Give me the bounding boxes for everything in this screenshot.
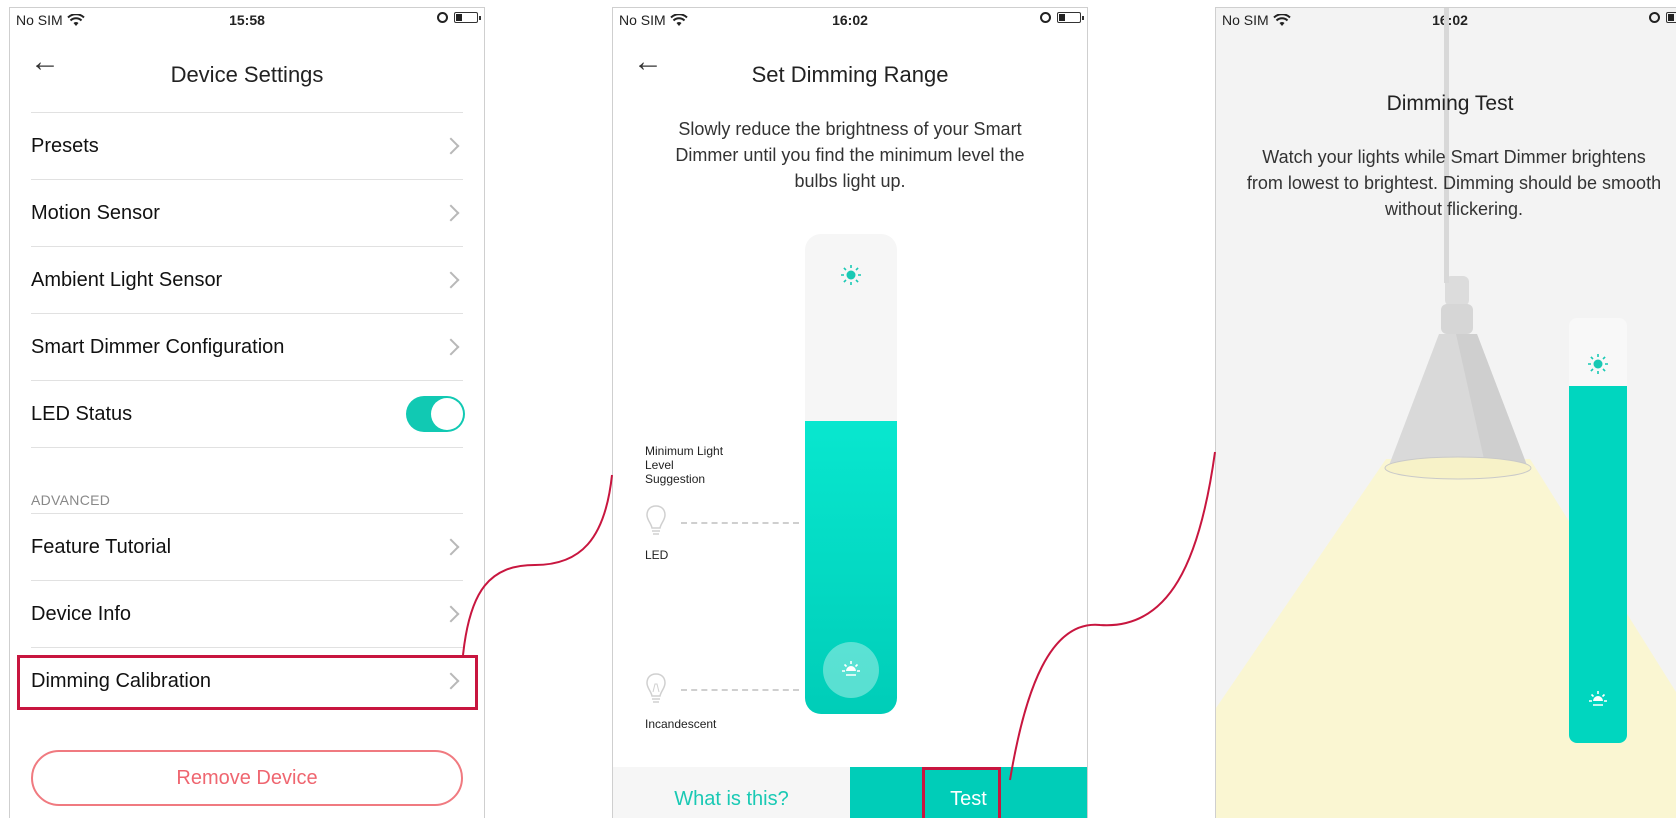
settings-item-smart-dimmer-configuration[interactable]: Smart Dimmer Configuration bbox=[31, 313, 463, 380]
set-dimming-range-screen: No SIM 16:02 ← Set Dimming Range Slowly … bbox=[612, 7, 1088, 818]
led-status-toggle[interactable] bbox=[406, 396, 465, 432]
rotation-lock-icon bbox=[1649, 12, 1660, 23]
instruction-text: Watch your lights while Smart Dimmer bri… bbox=[1246, 147, 1662, 219]
led-bulb-icon bbox=[646, 505, 666, 535]
settings-item-led-status: LED Status bbox=[31, 380, 465, 447]
settings-item-motion-sensor[interactable]: Motion Sensor bbox=[31, 179, 463, 246]
battery-icon bbox=[1057, 12, 1084, 23]
nav-bar: ← Set Dimming Range bbox=[613, 32, 1087, 96]
led-label: LED bbox=[645, 548, 669, 562]
brightness-slider[interactable] bbox=[805, 234, 897, 714]
brightness-fill bbox=[805, 421, 897, 714]
rotation-lock-icon bbox=[1040, 12, 1051, 23]
incandescent-bulb-icon bbox=[646, 673, 666, 703]
nav-bar: ← Device Settings bbox=[10, 32, 484, 96]
page-title: Dimming Test bbox=[1386, 92, 1514, 115]
chevron-right-icon bbox=[442, 338, 460, 356]
remove-device-button[interactable]: Remove Device bbox=[31, 750, 463, 806]
page-title: Set Dimming Range bbox=[751, 62, 949, 87]
chevron-right-icon bbox=[442, 538, 460, 556]
page-title: Device Settings bbox=[170, 62, 324, 87]
screenshot-stage: No SIM 15:58 ← Device Settings Presets M… bbox=[0, 0, 1676, 818]
suggestion-label: Minimum Light Level Suggestion bbox=[645, 444, 724, 486]
bottom-action-bar: What is this? Test bbox=[613, 767, 1087, 818]
chevron-right-icon bbox=[442, 204, 460, 222]
status-bar: No SIM 16:02 bbox=[613, 8, 1087, 32]
section-header-advanced: ADVANCED bbox=[31, 447, 463, 513]
settings-list: Presets Motion Sensor Ambient Light Sens… bbox=[31, 112, 465, 714]
test-button[interactable]: Test bbox=[850, 767, 1087, 818]
settings-item-ambient-light-sensor[interactable]: Ambient Light Sensor bbox=[31, 246, 463, 313]
instruction-text: Slowly reduce the brightness of your Sma… bbox=[675, 119, 1025, 191]
chevron-right-icon bbox=[442, 137, 460, 155]
incandescent-label: Incandescent bbox=[645, 717, 717, 731]
battery-icon bbox=[1666, 12, 1676, 23]
slider-thumb[interactable] bbox=[823, 642, 879, 698]
highlight-box-test bbox=[922, 767, 1001, 818]
chevron-right-icon bbox=[442, 271, 460, 289]
dimming-test-screen: No SIM 16:02 Dimming Test Watch your lig… bbox=[1215, 7, 1676, 818]
status-bar: No SIM 15:58 bbox=[10, 8, 484, 32]
rotation-lock-icon bbox=[437, 12, 448, 23]
settings-item-feature-tutorial[interactable]: Feature Tutorial bbox=[31, 513, 463, 580]
bright-sun-icon bbox=[1588, 354, 1608, 374]
brightness-indicator bbox=[1569, 318, 1627, 743]
incandescent-level-line bbox=[681, 689, 799, 691]
status-time: 16:02 bbox=[832, 12, 868, 28]
battery-icon bbox=[454, 12, 481, 23]
led-level-line bbox=[681, 522, 799, 524]
chevron-right-icon bbox=[442, 605, 460, 623]
status-time: 15:58 bbox=[229, 12, 265, 28]
what-is-this-button[interactable]: What is this? bbox=[613, 767, 850, 818]
dim-sun-icon bbox=[842, 661, 860, 676]
settings-item-device-info[interactable]: Device Info bbox=[31, 580, 463, 647]
highlight-box-dimming-calibration bbox=[17, 655, 478, 710]
settings-item-presets[interactable]: Presets bbox=[31, 112, 463, 179]
bright-sun-icon bbox=[841, 265, 861, 285]
dim-sun-icon bbox=[1589, 691, 1607, 706]
